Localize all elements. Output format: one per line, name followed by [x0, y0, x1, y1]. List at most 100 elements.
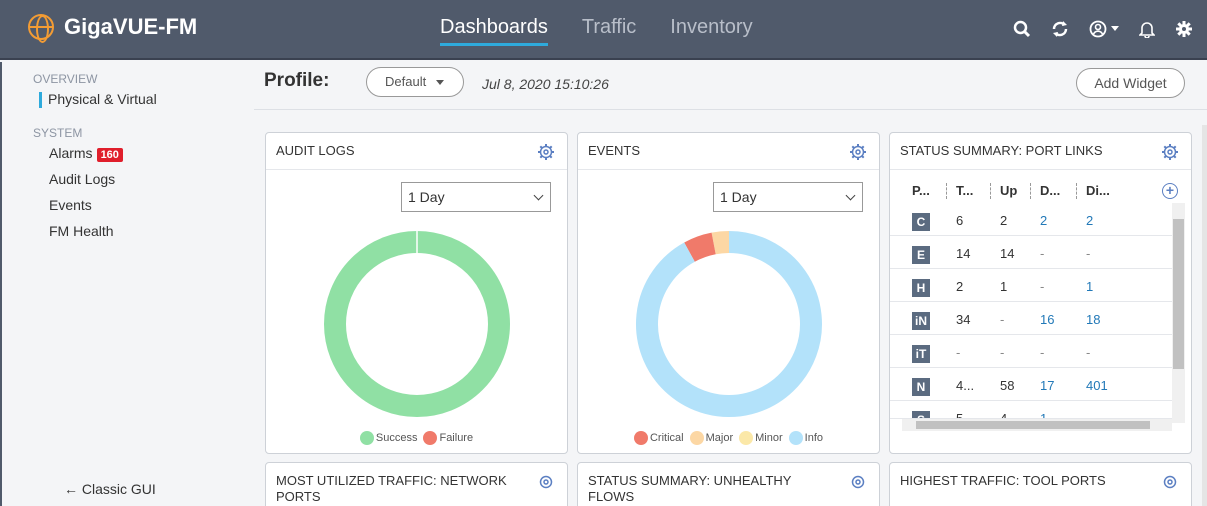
cell-disabled[interactable]: 401: [1086, 378, 1108, 393]
legend-info[interactable]: Info: [788, 431, 823, 445]
widget-title: AUDIT LOGS: [276, 143, 355, 158]
top-navbar: GigaVUE-FM Dashboards Traffic Inventory: [0, 0, 1207, 60]
cell-disabled[interactable]: 18: [1086, 312, 1100, 327]
widget-settings-gear-icon[interactable]: [1161, 473, 1179, 491]
legend-label: Success: [375, 432, 418, 444]
widget-title: MOST UTILIZED TRAFFIC: NETWORK PORTS: [276, 473, 507, 504]
legend-swatch: [359, 431, 374, 445]
column-header-total[interactable]: T...: [956, 183, 973, 198]
column-separator[interactable]: [1076, 183, 1077, 199]
table-row[interactable]: N 4... 58 17 401: [890, 368, 1172, 401]
cell-total: 6: [956, 213, 964, 228]
legend-label: Minor: [755, 432, 783, 444]
widget-title: STATUS SUMMARY: PORT LINKS: [900, 143, 1103, 158]
audit-logs-widget: AUDIT LOGS 1 Day Success Failure: [265, 132, 568, 454]
sidebar-item-fm-health[interactable]: FM Health: [2, 218, 254, 244]
cell-up: -: [1000, 312, 1005, 327]
column-header-down[interactable]: D...: [1040, 183, 1060, 198]
bell-icon[interactable]: [1139, 20, 1155, 38]
cell-down: -: [1040, 246, 1045, 261]
widget-title: EVENTS: [588, 143, 641, 158]
brand[interactable]: GigaVUE-FM: [28, 14, 198, 43]
donut-slice-success[interactable]: [324, 231, 510, 417]
widget-settings-gear-icon[interactable]: [1161, 143, 1179, 161]
cell-down[interactable]: 16: [1040, 312, 1054, 327]
tab-traffic[interactable]: Traffic: [582, 16, 636, 46]
widget-settings-gear-icon[interactable]: [537, 143, 555, 161]
donut-slice-major[interactable]: [711, 231, 730, 255]
tab-inventory[interactable]: Inventory: [670, 16, 752, 46]
cell-up: 58: [1000, 378, 1015, 393]
add-widget-button[interactable]: Add Widget: [1076, 68, 1185, 98]
chevron-down-icon: [533, 190, 544, 201]
port-type-badge: S: [912, 411, 930, 418]
add-column-plus-icon[interactable]: +: [1162, 183, 1178, 199]
time-range-value: 1 Day: [408, 189, 445, 205]
widget-settings-gear-icon[interactable]: [537, 473, 555, 491]
cell-down[interactable]: 17: [1040, 378, 1054, 393]
legend-success[interactable]: Success: [359, 431, 418, 445]
settings-gear-icon[interactable]: [1175, 20, 1193, 38]
cell-total: 4...: [956, 378, 975, 393]
column-separator[interactable]: [990, 183, 991, 199]
caret-down-icon: [435, 80, 444, 86]
legend-swatch: [423, 431, 438, 445]
time-range-select[interactable]: 1 Day: [401, 182, 551, 212]
cell-up: 2: [1000, 213, 1008, 228]
cell-up: 4: [1000, 411, 1008, 419]
legend-label: Info: [804, 432, 823, 444]
legend-minor[interactable]: Minor: [739, 431, 783, 445]
table-row[interactable]: iN 34 - 16 18: [890, 302, 1172, 335]
legend-failure[interactable]: Failure: [423, 431, 473, 445]
search-icon[interactable]: [1013, 20, 1031, 38]
scrollbar-thumb[interactable]: [1173, 219, 1184, 369]
cell-up: 14: [1000, 246, 1015, 261]
table-row[interactable]: iT - - - -: [890, 335, 1172, 368]
column-header-up[interactable]: Up: [1000, 183, 1017, 198]
table-row[interactable]: S 5 4 1: [890, 401, 1172, 419]
widget-divider: [578, 169, 879, 170]
page-scrollbar[interactable]: [1202, 125, 1207, 506]
sidebar-item-events[interactable]: Events: [2, 192, 254, 218]
legend-label: Major: [705, 432, 734, 444]
table-row[interactable]: C 6 2 2 2: [890, 203, 1172, 236]
classic-gui-link[interactable]: ← Classic GUI: [64, 481, 156, 497]
cell-down[interactable]: 1: [1040, 411, 1047, 418]
user-menu[interactable]: [1089, 20, 1119, 38]
user-icon: [1089, 20, 1107, 38]
widget-divider: [266, 169, 567, 170]
cell-disabled[interactable]: 2: [1086, 213, 1093, 228]
port-links-widget: STATUS SUMMARY: PORT LINKS P... T... Up …: [889, 132, 1192, 454]
scrollbar-thumb[interactable]: [916, 421, 1150, 429]
time-range-select[interactable]: 1 Day: [713, 182, 863, 212]
sidebar-item-physical-virtual[interactable]: Physical & Virtual: [2, 86, 254, 112]
vertical-scrollbar[interactable]: [1172, 203, 1185, 423]
sidebar: OVERVIEW Physical & Virtual SYSTEM Alarm…: [0, 62, 254, 506]
sidebar-item-alarms[interactable]: Alarms 160: [2, 140, 254, 166]
donut-slice-critical[interactable]: [684, 232, 717, 262]
widget-settings-gear-icon[interactable]: [849, 143, 867, 161]
globe-logo-icon: [28, 14, 54, 43]
donut-slice-info[interactable]: [636, 231, 822, 417]
profile-dropdown[interactable]: Default: [366, 67, 464, 97]
brand-name: GigaVUE-FM: [64, 14, 198, 39]
table-row[interactable]: E 14 14 - -: [890, 236, 1172, 269]
refresh-icon[interactable]: [1051, 20, 1069, 38]
widget-settings-gear-icon[interactable]: [849, 473, 867, 491]
sidebar-heading-system: SYSTEM: [33, 126, 83, 140]
cell-up: 1: [1000, 279, 1008, 294]
sidebar-item-audit-logs[interactable]: Audit Logs: [2, 166, 254, 192]
chart-legend: Success Failure: [266, 431, 567, 445]
column-separator[interactable]: [946, 183, 947, 199]
cell-down[interactable]: 2: [1040, 213, 1047, 228]
legend-major[interactable]: Major: [689, 431, 734, 445]
legend-critical[interactable]: Critical: [633, 431, 684, 445]
column-header-port[interactable]: P...: [912, 183, 930, 198]
table-row[interactable]: H 2 1 - 1: [890, 269, 1172, 302]
sidebar-item-label: Alarms: [49, 145, 93, 161]
horizontal-scrollbar[interactable]: [902, 419, 1172, 431]
cell-disabled[interactable]: 1: [1086, 279, 1093, 294]
column-separator[interactable]: [1030, 183, 1031, 199]
column-header-disabled[interactable]: Di...: [1086, 183, 1110, 198]
tab-dashboards[interactable]: Dashboards: [440, 16, 548, 46]
